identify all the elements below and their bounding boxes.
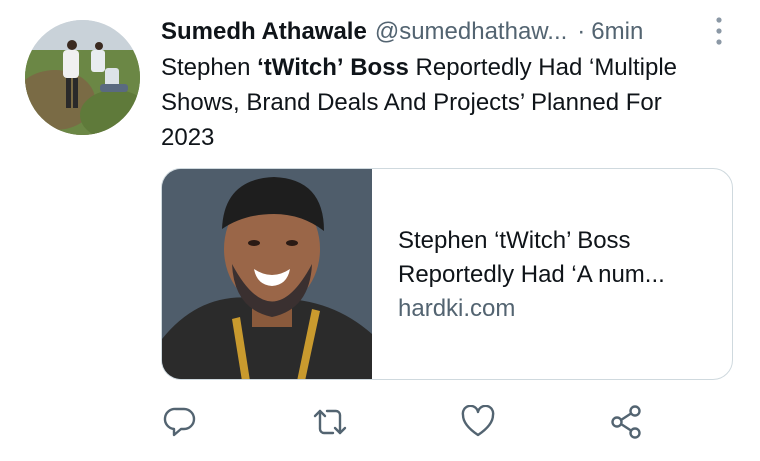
tweet-text: Stephen ‘tWitch’ Boss Reportedly Had ‘Mu…	[161, 50, 721, 155]
share-icon[interactable]	[607, 402, 647, 442]
tweet-text-part: Stephen	[161, 54, 258, 81]
card-domain: hardki.com	[398, 295, 516, 322]
author-handle[interactable]: @sumedhathaw...	[375, 18, 567, 46]
like-icon[interactable]	[458, 402, 498, 442]
author-name[interactable]: Sumedh Athawale	[161, 18, 367, 46]
tweet-header: Sumedh Athawale @sumedhathaw... · 6min	[161, 15, 740, 49]
card-title: Stephen ‘tWitch’ Boss Reportedly Had ‘A …	[398, 227, 665, 288]
retweet-icon[interactable]	[310, 402, 350, 442]
tweet-timestamp[interactable]: 6min	[591, 18, 643, 46]
more-vertical-icon[interactable]	[714, 16, 724, 46]
action-bar	[0, 402, 760, 448]
avatar[interactable]	[25, 20, 140, 135]
tweet-text-bold: ‘tWitch’	[257, 54, 344, 81]
card-body: Stephen ‘tWitch’ Boss Reportedly Had ‘A …	[372, 169, 665, 379]
card-thumbnail	[162, 169, 372, 379]
reply-icon[interactable]	[160, 402, 200, 442]
tweet-text-bold: Boss	[350, 54, 409, 81]
link-card[interactable]: Stephen ‘tWitch’ Boss Reportedly Had ‘A …	[161, 168, 733, 380]
separator-dot: ·	[577, 18, 586, 45]
